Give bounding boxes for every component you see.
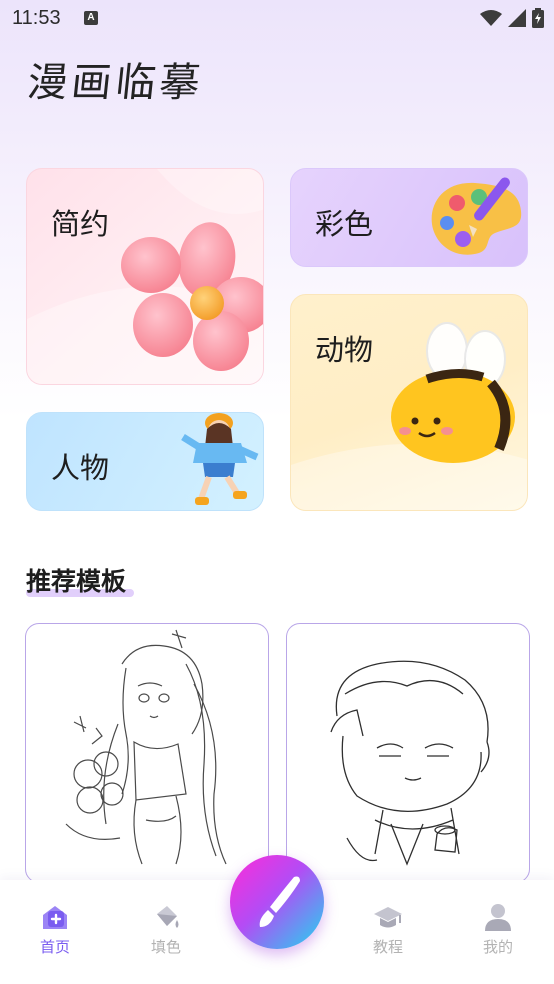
- graduation-cap-icon: [374, 907, 402, 928]
- category-label: 简约: [51, 207, 110, 241]
- template-card[interactable]: [25, 623, 269, 883]
- wifi-icon: [480, 10, 502, 26]
- palette-icon: [431, 177, 522, 255]
- tab-label: 教程: [372, 938, 403, 956]
- tab-label: 我的: [482, 938, 513, 956]
- section-title: 推荐模板: [26, 567, 127, 596]
- user-icon: [485, 904, 511, 931]
- status-icons: [480, 8, 544, 28]
- home-icon: [43, 906, 67, 929]
- category-card-animal[interactable]: 动物: [290, 294, 528, 511]
- tab-label: 首页: [39, 938, 70, 956]
- girl-figure-icon: [181, 413, 259, 505]
- category-label: 动物: [315, 333, 374, 367]
- category-card-simple[interactable]: 简约: [26, 168, 264, 385]
- notification-icon: A: [84, 11, 98, 25]
- flower-icon: [121, 222, 263, 371]
- bee-icon: [391, 322, 515, 463]
- category-label: 彩色: [315, 207, 374, 241]
- chibi-boy-sketch: [330, 660, 490, 866]
- status-time: 11:53: [12, 7, 61, 29]
- template-card[interactable]: [286, 623, 530, 883]
- battery-icon: [532, 8, 544, 28]
- paint-bucket-icon: [157, 906, 179, 928]
- category-card-person[interactable]: 人物: [26, 412, 264, 511]
- tab-label: 填色: [150, 938, 181, 956]
- status-bar: 11:53 A: [0, 0, 554, 36]
- tab-mine[interactable]: 我的: [458, 902, 538, 957]
- draw-button[interactable]: [230, 855, 324, 949]
- anime-girl-sketch: [65, 629, 227, 865]
- tab-tutorial[interactable]: 教程: [348, 902, 428, 957]
- tab-home[interactable]: 首页: [15, 902, 95, 957]
- brush-icon: [259, 876, 300, 927]
- category-label: 人物: [51, 451, 110, 485]
- app-title: 漫画临摹: [25, 60, 206, 106]
- tab-fill[interactable]: 填色: [126, 902, 206, 957]
- category-card-color[interactable]: 彩色: [290, 168, 528, 267]
- signal-icon: [508, 9, 526, 27]
